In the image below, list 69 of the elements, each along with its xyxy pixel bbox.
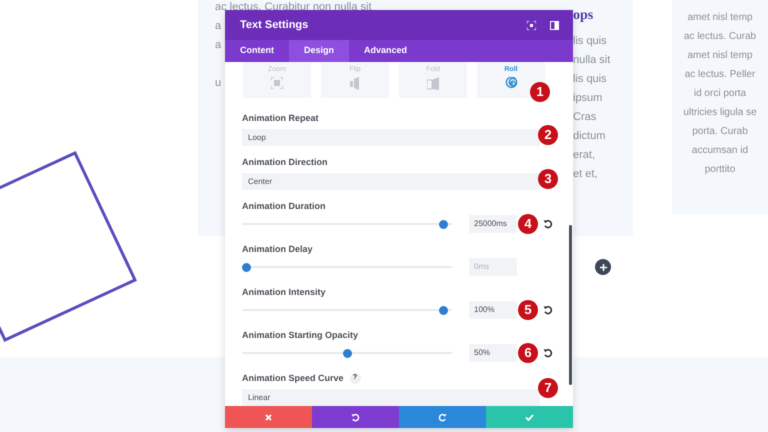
slider-thumb[interactable] (438, 220, 448, 228)
number-badge: 4 (518, 214, 538, 234)
add-button[interactable] (595, 259, 611, 275)
field-label: Animation Starting Opacity (242, 329, 360, 342)
number-badge: 2 (538, 125, 558, 145)
spiral-icon (504, 77, 518, 90)
body-text: amet nisl temp (687, 49, 753, 63)
body-text: id orci porta (694, 87, 746, 101)
undo-icon (351, 412, 360, 422)
field-label: Animation Intensity (242, 286, 327, 299)
tab[interactable]: Content (225, 40, 289, 62)
check-icon (525, 414, 534, 420)
number-badge: 3 (538, 169, 558, 189)
body-text: a (215, 19, 222, 34)
body-text: accumsan id (692, 144, 748, 158)
field-label: Animation Direction (242, 156, 328, 169)
body-text: et et, (573, 167, 598, 182)
body-text: nulla sit (573, 53, 610, 68)
value-field[interactable]: 50% (469, 344, 517, 362)
body-text: porttito (704, 163, 736, 177)
card-heading: ops (573, 7, 594, 25)
expand-icon[interactable] (527, 20, 536, 30)
number-badge: 1 (530, 82, 550, 102)
field-label: Animation Repeat (242, 112, 319, 125)
body-text: erat, (573, 148, 596, 163)
tab[interactable]: Advanced (349, 40, 422, 62)
tab[interactable]: Design (289, 40, 350, 62)
field-label: Animation Duration (242, 200, 326, 213)
reset-icon[interactable] (543, 219, 553, 229)
close-icon (265, 414, 272, 420)
body-text: ac lectus. Curabitur non nulla sit (215, 0, 372, 15)
select-field[interactable]: Linear (242, 389, 540, 406)
flip-icon (350, 77, 360, 90)
select-field[interactable]: Loop (242, 129, 540, 146)
slider[interactable] (242, 262, 452, 272)
value-field[interactable]: 100% (469, 301, 517, 319)
modal-title: Text Settings (240, 18, 310, 33)
body-text: u (215, 76, 222, 91)
slider[interactable] (242, 220, 452, 228)
slider[interactable] (242, 348, 452, 358)
slider[interactable] (242, 306, 452, 314)
plus-icon (600, 264, 606, 270)
body-text: dictum (573, 129, 606, 144)
body-text: lis quis (573, 34, 607, 49)
body-text: Cras (573, 110, 596, 125)
slider-thumb[interactable] (438, 306, 448, 314)
reset-icon[interactable] (543, 305, 553, 315)
select-field[interactable]: Center (242, 173, 540, 190)
number-badge: 6 (518, 343, 538, 363)
number-badge: 7 (538, 378, 558, 398)
redo-icon (438, 412, 447, 422)
field-label: Animation Delay (242, 243, 314, 256)
body-text: amet nisl temp (687, 11, 753, 25)
body-text: ultricies ligula se (683, 106, 757, 120)
body-text: a (215, 38, 222, 53)
reset-icon[interactable] (543, 348, 553, 358)
value-field[interactable]: 25000ms (469, 215, 517, 233)
zoom-icon (271, 77, 283, 89)
slider-thumb[interactable] (342, 348, 352, 358)
body-text: ac lectus. Peller (684, 68, 756, 82)
field-label: Animation Speed Curve (242, 372, 344, 385)
body-text: ac lectus. Curab (684, 30, 756, 44)
body-text: porta. Curab (692, 125, 748, 139)
fold-icon (426, 77, 440, 90)
body-text: lis quis (573, 72, 607, 87)
number-badge: 5 (518, 300, 538, 320)
sidebar-icon[interactable] (550, 20, 559, 30)
body-text: ipsum (573, 91, 602, 106)
slider-thumb[interactable] (242, 262, 251, 272)
